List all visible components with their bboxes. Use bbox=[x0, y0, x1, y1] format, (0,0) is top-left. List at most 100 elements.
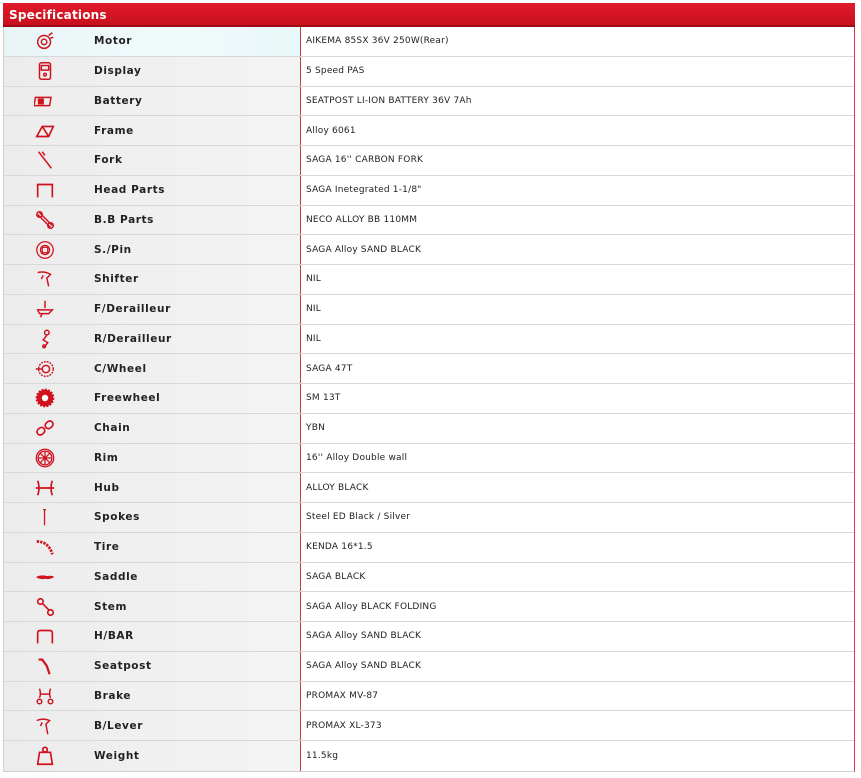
handlebar-icon bbox=[4, 622, 86, 651]
spec-row: Fork SAGA 16'' CARBON FORK bbox=[4, 146, 854, 176]
spec-label-cell: Fork bbox=[4, 146, 301, 175]
hub-icon bbox=[4, 473, 86, 502]
spec-label: Display bbox=[94, 65, 142, 78]
spec-label: Saddle bbox=[94, 570, 139, 583]
spec-value: 5 Speed PAS bbox=[301, 56, 854, 86]
spec-value: ALLOY BLACK bbox=[301, 473, 854, 502]
spec-value: SAGA 47T bbox=[301, 354, 854, 383]
spec-row: Tire KENDA 16*1.5 bbox=[4, 532, 854, 563]
spec-label: Hub bbox=[94, 481, 120, 494]
display-icon bbox=[4, 57, 86, 86]
brake-icon bbox=[4, 682, 86, 711]
spec-value: PROMAX XL-373 bbox=[301, 711, 854, 740]
motor-icon bbox=[4, 27, 86, 56]
spec-label: Rim bbox=[94, 451, 119, 464]
chain-icon bbox=[4, 414, 86, 443]
spec-value: SAGA BLACK bbox=[301, 562, 854, 592]
spec-row: Freewheel SM 13T bbox=[4, 384, 854, 414]
brake-lever-icon bbox=[4, 711, 86, 740]
spokes-icon bbox=[4, 503, 86, 532]
spec-value: SAGA Alloy BLACK FOLDING bbox=[301, 592, 854, 621]
spec-label: Stem bbox=[94, 600, 128, 613]
spec-label: Frame bbox=[94, 124, 134, 137]
spec-value: SAGA Alloy SAND BLACK bbox=[301, 235, 854, 264]
spec-label: Motor bbox=[94, 35, 133, 48]
pedal-icon bbox=[4, 235, 86, 264]
spec-label-cell: Hub bbox=[4, 473, 301, 502]
spec-row: Spokes Steel ED Black / Silver bbox=[4, 503, 854, 533]
spec-label-cell: Freewheel bbox=[4, 384, 301, 413]
spec-label: H/BAR bbox=[94, 630, 134, 643]
specifications-header: Specifications bbox=[3, 3, 855, 27]
spec-label: S./Pin bbox=[94, 243, 132, 256]
spec-value: KENDA 16*1.5 bbox=[301, 532, 854, 562]
spec-row: Brake PROMAX MV-87 bbox=[4, 681, 854, 712]
spec-label-cell: Spokes bbox=[4, 503, 301, 532]
chainwheel-icon bbox=[4, 354, 86, 383]
spec-label: Freewheel bbox=[94, 392, 161, 405]
tire-icon bbox=[4, 533, 86, 562]
spec-row: Hub ALLOY BLACK bbox=[4, 473, 854, 503]
freewheel-icon bbox=[4, 384, 86, 413]
spec-value: AIKEMA 85SX 36V 250W(Rear) bbox=[301, 27, 854, 56]
stem-icon bbox=[4, 592, 86, 621]
spec-label: F/Derailleur bbox=[94, 303, 171, 316]
spec-label-cell: Motor bbox=[4, 27, 301, 56]
frame-icon bbox=[4, 116, 86, 145]
spec-value: SAGA Alloy SAND BLACK bbox=[301, 622, 854, 651]
spec-row: Stem SAGA Alloy BLACK FOLDING bbox=[4, 592, 854, 622]
head-parts-icon bbox=[4, 176, 86, 205]
spec-table: Motor AIKEMA 85SX 36V 250W(Rear) Display… bbox=[3, 27, 855, 772]
spec-value: SAGA 16'' CARBON FORK bbox=[301, 146, 854, 175]
spec-label: Head Parts bbox=[94, 184, 166, 197]
spec-row: Seatpost SAGA Alloy SAND BLACK bbox=[4, 651, 854, 682]
spec-row: C/Wheel SAGA 47T bbox=[4, 354, 854, 384]
spec-row: Battery SEATPOST LI-ION BATTERY 36V 7Ah bbox=[4, 86, 854, 117]
spec-value: SAGA Alloy SAND BLACK bbox=[301, 651, 854, 681]
spec-label-cell: Weight bbox=[4, 741, 301, 771]
spec-row: R/Derailleur NIL bbox=[4, 324, 854, 355]
spec-row: F/Derailleur NIL bbox=[4, 294, 854, 325]
spec-row: Shifter NIL bbox=[4, 265, 854, 295]
spec-row: Frame Alloy 6061 bbox=[4, 116, 854, 146]
spec-value: 11.5kg bbox=[301, 741, 854, 771]
spec-label: C/Wheel bbox=[94, 362, 147, 375]
spec-label: B/Lever bbox=[94, 719, 143, 732]
spec-label-cell: B/Lever bbox=[4, 711, 301, 740]
spec-value: SAGA Inetegrated 1-1/8" bbox=[301, 175, 854, 205]
weight-icon bbox=[4, 741, 86, 771]
spec-row: Display 5 Speed PAS bbox=[4, 56, 854, 87]
spec-label-cell: B.B Parts bbox=[4, 205, 301, 235]
spec-row: Weight 11.5kg bbox=[4, 741, 854, 771]
spec-row: Head Parts SAGA Inetegrated 1-1/8" bbox=[4, 175, 854, 206]
spec-label: Weight bbox=[94, 749, 140, 762]
spec-label: Fork bbox=[94, 154, 123, 167]
spec-label: Tire bbox=[94, 541, 120, 554]
spec-row: B.B Parts NECO ALLOY BB 110MM bbox=[4, 205, 854, 236]
specifications-panel: Specifications Motor AIKEMA 85SX 36V 250… bbox=[3, 3, 855, 774]
spec-value: Alloy 6061 bbox=[301, 116, 854, 145]
spec-row: Chain YBN bbox=[4, 413, 854, 444]
spec-value: Steel ED Black / Silver bbox=[301, 503, 854, 532]
spec-label-cell: Head Parts bbox=[4, 175, 301, 205]
spec-label: Battery bbox=[94, 94, 143, 107]
spec-row: Saddle SAGA BLACK bbox=[4, 562, 854, 593]
spec-value: NIL bbox=[301, 294, 854, 324]
spec-label-cell: C/Wheel bbox=[4, 354, 301, 383]
spec-row: Motor AIKEMA 85SX 36V 250W(Rear) bbox=[4, 27, 854, 57]
spec-label: Shifter bbox=[94, 273, 139, 286]
spec-label: Chain bbox=[94, 422, 131, 435]
fork-icon bbox=[4, 146, 86, 175]
saddle-icon bbox=[4, 563, 86, 592]
spec-value: SM 13T bbox=[301, 384, 854, 413]
spec-row: B/Lever PROMAX XL-373 bbox=[4, 711, 854, 741]
rear-derailleur-icon bbox=[4, 325, 86, 354]
spec-label: Brake bbox=[94, 689, 132, 702]
spec-label-cell: Shifter bbox=[4, 265, 301, 294]
spec-label-cell: S./Pin bbox=[4, 235, 301, 264]
spec-value: NECO ALLOY BB 110MM bbox=[301, 205, 854, 235]
spec-label: Spokes bbox=[94, 511, 140, 524]
spec-row: S./Pin SAGA Alloy SAND BLACK bbox=[4, 235, 854, 265]
spec-label-cell: Battery bbox=[4, 86, 301, 116]
shifter-icon bbox=[4, 265, 86, 294]
